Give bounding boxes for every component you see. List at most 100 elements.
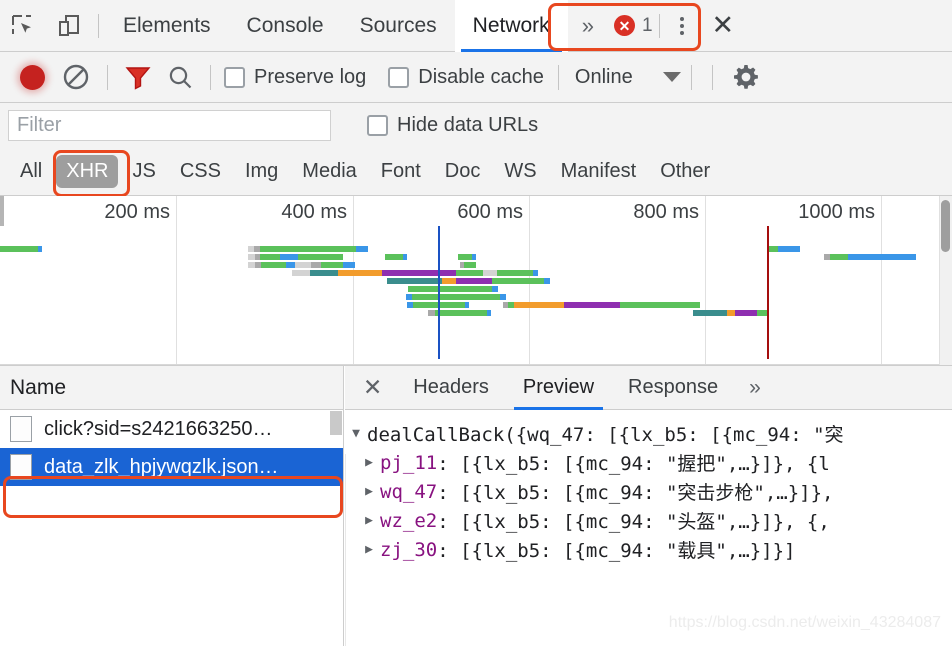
tab-sources[interactable]: Sources [342, 0, 455, 52]
overview-bar-segment [735, 310, 757, 316]
load-event-marker [767, 226, 769, 359]
overview-bar-segment [408, 286, 492, 292]
preview-json-key: pj_11 [380, 451, 438, 474]
overview-bar-segment [458, 254, 472, 260]
overview-bar-segment [260, 246, 356, 252]
type-filter-manifest[interactable]: Manifest [551, 155, 647, 188]
overview-scrollbar-track[interactable] [939, 196, 952, 365]
table-row[interactable]: click?sid=s2421663250… [0, 410, 343, 448]
overview-time-label: 600 ms [457, 201, 523, 223]
disable-cache-checkbox[interactable]: Disable cache [388, 66, 544, 89]
preserve-log-checkbox[interactable]: Preserve log [224, 66, 366, 89]
detail-tabbar: ✕ Headers Preview Response » [345, 366, 952, 410]
funnel-filter-icon[interactable] [117, 64, 159, 90]
request-name: data_zlk_hpjywqzlk.json… [44, 455, 279, 478]
kebab-menu-icon[interactable] [666, 16, 698, 35]
overview-bar-segment [497, 270, 533, 276]
overview-bar-segment [564, 302, 620, 308]
type-filter-media[interactable]: Media [292, 155, 366, 188]
request-name: click?sid=s2421663250… [44, 417, 273, 440]
search-icon[interactable] [159, 64, 201, 91]
tab-network[interactable]: Network [454, 0, 568, 52]
tab-headers[interactable]: Headers [396, 366, 506, 410]
overview-gridline [353, 196, 354, 365]
error-badge[interactable]: ✕ 1 [613, 15, 653, 37]
type-filter-img[interactable]: Img [235, 155, 288, 188]
overview-bar-segment [298, 254, 343, 260]
overview-bar-segment [830, 254, 848, 260]
device-toolbar-icon[interactable] [46, 0, 92, 52]
preview-json-line[interactable]: ▼ dealCallBack({wq_47: [{lx_b5: [{mc_94: … [345, 419, 952, 448]
gear-icon[interactable] [723, 63, 769, 91]
preserve-log-box[interactable] [224, 66, 245, 88]
overview-gridline [705, 196, 706, 365]
table-row[interactable]: data_zlk_hpjywqzlk.json… [0, 448, 343, 486]
overview-bar-segment [356, 246, 368, 252]
preview-json-line[interactable]: ▶ wz_e2: [{lx_b5: [{mc_94: "头盔",…}]}, {, [345, 506, 952, 535]
type-filter-css[interactable]: CSS [170, 155, 231, 188]
type-filter-other[interactable]: Other [650, 155, 720, 188]
type-filter-js[interactable]: JS [122, 155, 165, 188]
request-detail-panel: ✕ Headers Preview Response » ▼ dealCallBa… [345, 366, 952, 646]
overview-bar-segment [435, 310, 487, 316]
type-filter-all[interactable]: All [10, 155, 52, 188]
type-filter-ws[interactable]: WS [494, 155, 546, 188]
tab-elements[interactable]: Elements [105, 0, 229, 52]
collapsed-triangle-icon[interactable]: ▶ [358, 513, 380, 528]
dom-content-loaded-marker [438, 226, 440, 359]
preview-json-line[interactable]: ▶ pj_11: [{lx_b5: [{mc_94: "握把",…}]}, {l [345, 448, 952, 477]
overview-time-label: 800 ms [633, 201, 699, 223]
network-overview[interactable]: 200 ms 400 ms 600 ms 800 ms 1000 ms [0, 196, 952, 366]
type-filter-font[interactable]: Font [371, 155, 431, 188]
inspect-element-icon[interactable] [0, 0, 46, 52]
request-list-panel: Name click?sid=s2421663250… data_zlk_hpj… [0, 366, 344, 646]
preview-left-rule [345, 454, 346, 646]
type-filter-xhr[interactable]: XHR [56, 154, 119, 188]
toolbar-divider-5 [711, 64, 713, 90]
overview-bar-segment [500, 294, 506, 300]
tab-response[interactable]: Response [611, 366, 735, 410]
overview-bar-segment [403, 254, 407, 260]
tab-preview-label: Preview [522, 376, 595, 398]
close-devtools-button[interactable]: ✕ [698, 12, 749, 39]
detail-more-tabs-button[interactable]: » [735, 366, 775, 410]
disable-cache-box[interactable] [388, 66, 410, 88]
tabbar-divider [98, 13, 99, 38]
overview-bar-segment [464, 262, 476, 268]
toolbar-divider-4 [690, 64, 692, 90]
type-filter-doc[interactable]: Doc [435, 155, 491, 188]
overview-bar-segment [757, 310, 767, 316]
tab-headers-label: Headers [413, 376, 489, 398]
collapsed-triangle-icon[interactable]: ▶ [358, 542, 380, 557]
overview-time-label: 400 ms [281, 201, 347, 223]
overview-time-label: 200 ms [104, 201, 170, 223]
throttling-select[interactable]: Online [575, 66, 681, 89]
preview-json-line[interactable]: ▶ zj_30: [{lx_b5: [{mc_94: "载具",…}]}] [345, 535, 952, 564]
overview-gridline [881, 196, 882, 365]
overview-bar-segment [261, 262, 286, 268]
hide-data-urls-box[interactable] [367, 114, 388, 136]
request-list-scrollbar[interactable] [330, 411, 342, 435]
collapsed-triangle-icon[interactable]: ▶ [358, 484, 380, 499]
tab-console[interactable]: Console [229, 0, 342, 52]
tab-elements-label: Elements [123, 13, 211, 37]
watermark-text: https://blog.csdn.net/weixin_43284087 [668, 614, 941, 631]
tabbar-divider-2 [658, 13, 660, 38]
overview-bar-segment [38, 246, 42, 252]
hide-data-urls-checkbox[interactable]: Hide data URLs [367, 114, 538, 137]
filter-input[interactable] [8, 109, 331, 141]
preview-json-line[interactable]: ▶ wq_47: [{lx_b5: [{mc_94: "突击步枪",…}]}, [345, 477, 952, 506]
more-tabs-button[interactable]: » [568, 0, 608, 52]
overview-bar-segment [248, 262, 255, 268]
column-header-name: Name [10, 375, 67, 399]
preview-json-viewer[interactable]: ▼ dealCallBack({wq_47: [{lx_b5: [{mc_94: … [345, 410, 952, 646]
overview-scrollbar-thumb[interactable] [941, 200, 950, 252]
tab-preview[interactable]: Preview [506, 366, 611, 410]
preview-json-key: zj_30 [380, 538, 438, 561]
record-button-icon[interactable] [10, 64, 54, 90]
collapsed-triangle-icon[interactable]: ▶ [358, 455, 380, 470]
throttling-value: Online [574, 65, 633, 88]
close-detail-button[interactable]: ✕ [357, 376, 396, 399]
clear-icon[interactable] [54, 63, 98, 91]
expanded-triangle-icon[interactable]: ▼ [345, 426, 367, 441]
